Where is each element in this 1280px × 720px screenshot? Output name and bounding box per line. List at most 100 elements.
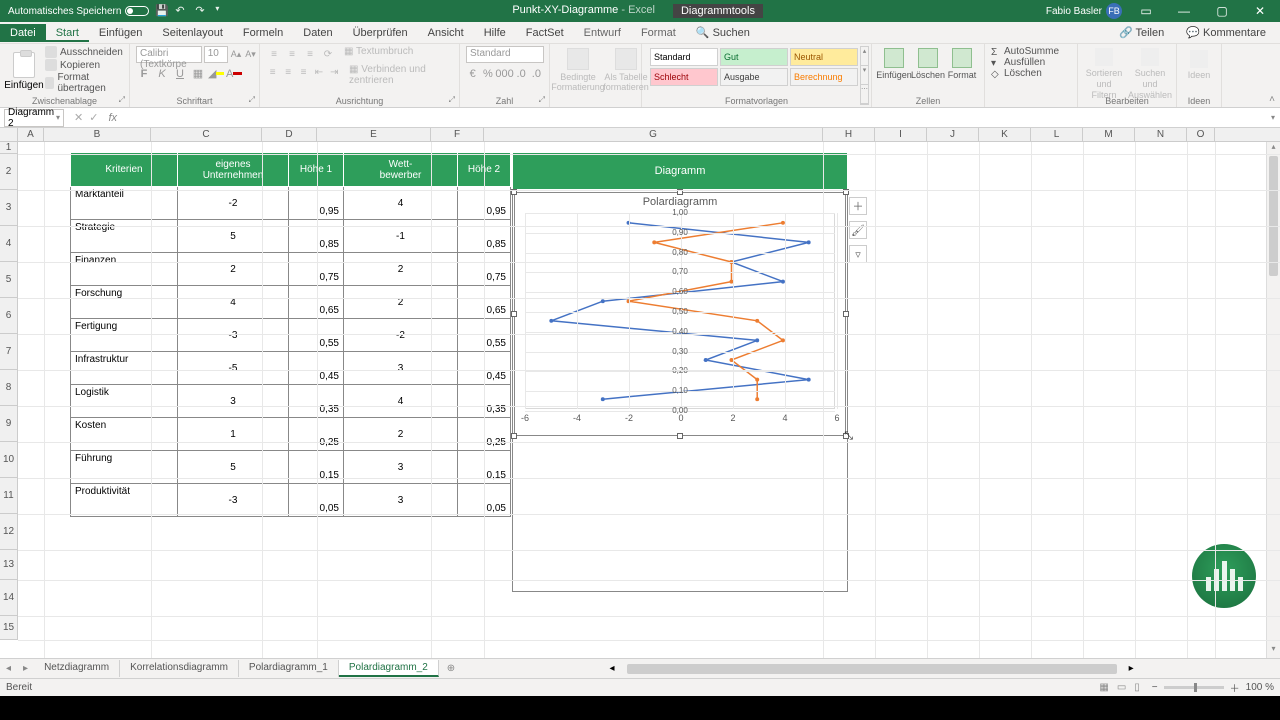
zoom-in-icon[interactable]: ＋ (1230, 680, 1240, 695)
align-left-icon[interactable]: ≡ (266, 64, 279, 80)
table-row[interactable]: Kosten10,2520,25 (71, 418, 511, 451)
fill-button[interactable]: ▾Ausfüllen (991, 57, 1071, 68)
save-icon[interactable]: 💾 (155, 4, 169, 18)
style-neutral[interactable]: Neutral (790, 48, 858, 66)
column-header[interactable]: A (18, 128, 44, 141)
delete-cells-button[interactable]: Löschen (912, 48, 944, 80)
column-header[interactable]: M (1083, 128, 1135, 141)
align-middle-icon[interactable]: ≡ (284, 46, 300, 62)
dialog-launcher-icon[interactable]: ⤢ (539, 95, 545, 105)
column-header[interactable]: K (979, 128, 1031, 141)
find-select-button[interactable]: Suchen und Auswählen (1130, 48, 1170, 100)
column-header[interactable]: F (431, 128, 484, 141)
autosave-toggle[interactable]: Automatisches Speichern (8, 6, 149, 17)
tab-start[interactable]: Start (46, 24, 89, 42)
dialog-launcher-icon[interactable]: ⤢ (119, 95, 125, 105)
sheet-tab[interactable]: Polardiagramm_2 (339, 660, 439, 677)
table-row[interactable]: Infrastruktur-50,4530,45 (71, 352, 511, 385)
tab-nav-prev-icon[interactable]: ◂ (0, 663, 17, 674)
font-color-button[interactable]: A (226, 65, 242, 82)
zoom-out-icon[interactable]: − (1152, 682, 1158, 693)
row-header[interactable]: 5 (0, 262, 18, 298)
ideas-button[interactable]: Ideen (1183, 46, 1215, 80)
orientation-icon[interactable]: ⟳ (320, 46, 336, 62)
maximize-icon[interactable]: ▢ (1208, 0, 1236, 22)
ribbon-display-icon[interactable]: ▭ (1132, 0, 1160, 22)
row-header[interactable]: 13 (0, 550, 18, 580)
plot-area[interactable]: -6-4-202460,000,100,200,300,400,500,600,… (525, 213, 835, 421)
align-top-icon[interactable]: ≡ (266, 46, 282, 62)
row-header[interactable]: 9 (0, 406, 18, 442)
column-header[interactable]: D (262, 128, 317, 141)
table-row[interactable]: Fertigung-30,55-20,55 (71, 319, 511, 352)
chart-filters-button[interactable]: ▿ (849, 245, 867, 263)
sheet-tab[interactable]: Netzdiagramm (34, 660, 120, 677)
sheet-tab[interactable]: Polardiagramm_1 (239, 660, 339, 677)
column-header[interactable]: B (44, 128, 151, 141)
tab-insert[interactable]: Einfügen (89, 24, 152, 42)
fx-icon[interactable]: fx (104, 112, 121, 124)
table-row[interactable]: Finanzen20,7520,75 (71, 253, 511, 286)
comma-icon[interactable]: 000 (497, 65, 513, 82)
dialog-launcher-icon[interactable]: ⤢ (249, 95, 255, 105)
column-header[interactable]: C (151, 128, 262, 141)
row-header[interactable]: 3 (0, 190, 18, 226)
undo-icon[interactable]: ↶ (175, 4, 189, 18)
format-cells-button[interactable]: Format (946, 48, 978, 80)
tab-help[interactable]: Hilfe (474, 24, 516, 42)
share-button[interactable]: 🔗 Teilen (1109, 23, 1174, 42)
worksheet[interactable]: ABCDEFGHIJKLMNO Kriterien eigenes Untern… (0, 128, 1280, 658)
percent-icon[interactable]: % (481, 65, 494, 82)
cancel-formula-icon[interactable]: ✕ (74, 111, 83, 124)
column-header[interactable]: E (317, 128, 431, 141)
paste-button[interactable]: Einfügen (6, 46, 42, 96)
tab-format[interactable]: Format (631, 24, 686, 42)
table-row[interactable]: Produktivität-30,0530,05 (71, 484, 511, 517)
border-button[interactable]: ▦ (190, 65, 206, 82)
decrease-decimal-icon[interactable]: .0 (530, 65, 543, 82)
scroll-right-icon[interactable]: ▸ (1129, 663, 1134, 674)
page-break-view-icon[interactable]: ▯ (1134, 682, 1140, 693)
resize-handle[interactable] (511, 311, 517, 317)
column-header[interactable]: N (1135, 128, 1187, 141)
row-header[interactable]: 11 (0, 478, 18, 514)
tab-factset[interactable]: FactSet (516, 24, 574, 42)
align-right-icon[interactable]: ≡ (297, 64, 310, 80)
tab-data[interactable]: Daten (293, 24, 342, 42)
column-header[interactable]: H (823, 128, 875, 141)
formula-input[interactable] (121, 109, 1266, 127)
column-header[interactable]: O (1187, 128, 1215, 141)
wrap-text-button[interactable]: ▦ Textumbruch (344, 46, 413, 62)
increase-indent-icon[interactable]: ⇥ (328, 64, 341, 80)
fill-color-button[interactable]: ◢ (208, 65, 224, 82)
sort-filter-button[interactable]: Sortieren und Filtern (1084, 48, 1124, 100)
tab-formulas[interactable]: Formeln (233, 24, 293, 42)
page-layout-view-icon[interactable]: ▭ (1117, 682, 1126, 693)
user-account[interactable]: Fabio Basler FB (1046, 3, 1122, 19)
align-center-icon[interactable]: ≡ (281, 64, 294, 80)
row-header[interactable]: 10 (0, 442, 18, 478)
horizontal-scrollbar[interactable]: ◂ ▸ (463, 663, 1280, 674)
search-button[interactable]: 🔍 Suchen (686, 23, 760, 42)
cut-button[interactable]: Ausschneiden (45, 46, 123, 58)
table-row[interactable]: Forschung40,6520,65 (71, 286, 511, 319)
close-icon[interactable]: ✕ (1246, 0, 1274, 22)
table-row[interactable]: Marktanteil-20,9540,95 (71, 187, 511, 220)
copy-button[interactable]: Kopieren (45, 59, 123, 71)
name-box[interactable]: Diagramm 2▾ (4, 109, 64, 127)
row-header[interactable]: 15 (0, 616, 18, 640)
tab-file[interactable]: Datei (0, 24, 46, 42)
merge-button[interactable]: ▦ Verbinden und zentrieren (349, 64, 453, 86)
chart-elements-button[interactable]: ＋ (849, 197, 867, 215)
row-header[interactable]: 2 (0, 154, 18, 190)
insert-cells-button[interactable]: Einfügen (878, 48, 910, 80)
row-header[interactable]: 1 (0, 142, 18, 154)
row-header[interactable]: 12 (0, 514, 18, 550)
normal-view-icon[interactable]: ▦ (1099, 682, 1108, 693)
tab-page-layout[interactable]: Seitenlayout (152, 24, 233, 42)
conditional-formatting-button[interactable]: Bedingte Formatierung (556, 48, 600, 92)
accept-formula-icon[interactable]: ✓ (89, 111, 98, 124)
collapse-ribbon-icon[interactable]: ˄ (1264, 44, 1280, 107)
row-header[interactable]: 6 (0, 298, 18, 334)
scroll-down-icon[interactable]: ▾ (1267, 644, 1280, 658)
